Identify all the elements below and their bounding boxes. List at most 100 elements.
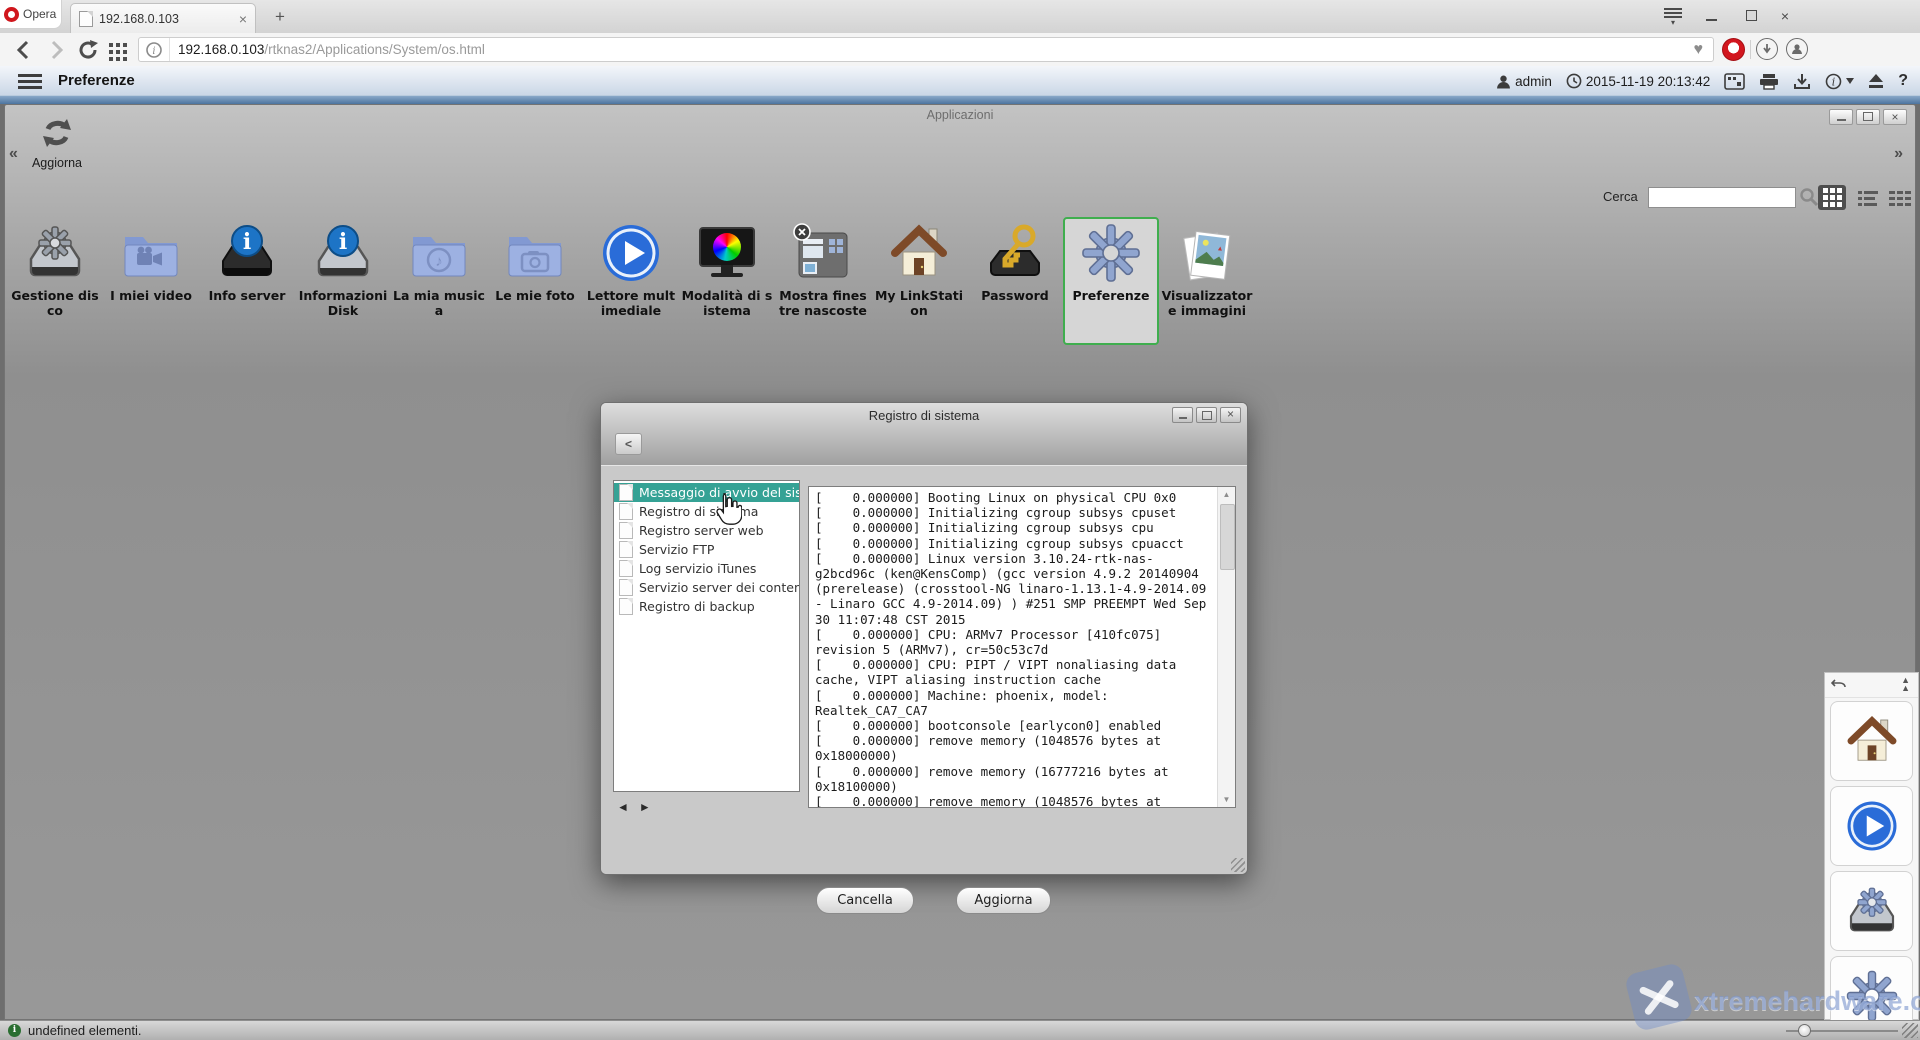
file-icon <box>619 503 633 520</box>
dialog-refresh-button[interactable]: Aggiorna <box>956 887 1051 914</box>
statusbar-resize-grip[interactable] <box>1902 1023 1918 1038</box>
new-tab-button[interactable]: + <box>268 6 292 28</box>
window-restore-button[interactable] <box>1738 6 1764 26</box>
back-icon[interactable] <box>12 38 36 62</box>
app-window-minimize-button[interactable] <box>1829 109 1853 125</box>
app-icon-informazioni-disk[interactable]: i Informazioni Disk <box>295 217 391 345</box>
status-text: undefined elementi. <box>28 1023 141 1038</box>
app-icon-mostra-finestre-nascoste[interactable]: Mostra finestre nascoste <box>775 217 871 345</box>
app-icon-password[interactable]: Password <box>967 217 1063 345</box>
tab-title: 192.168.0.103 <box>99 12 233 26</box>
quick-launch-dock: ▲▲ <box>1824 672 1919 1020</box>
scroll-up-icon[interactable]: ▲ <box>1218 487 1235 502</box>
user-indicator[interactable]: admin <box>1496 74 1552 89</box>
help-button[interactable]: ? <box>1898 72 1908 90</box>
app-icon-label: I miei video <box>103 289 199 304</box>
scrollbar-thumb[interactable] <box>1220 504 1235 570</box>
url-field[interactable]: i 192.168.0.103/rtknas2/Applications/Sys… <box>138 37 1714 62</box>
view-detail-button[interactable] <box>1886 185 1914 210</box>
search-label: Cerca <box>1603 189 1638 204</box>
log-scrollbar[interactable]: ▲ ▼ <box>1217 487 1235 807</box>
window-minimize-button[interactable] <box>1698 6 1724 26</box>
printer-icon[interactable] <box>1759 73 1779 90</box>
cancel-button[interactable]: Cancella <box>816 887 914 914</box>
svg-text:i: i <box>152 46 155 57</box>
collapse-right-arrow[interactable]: » <box>1894 145 1903 163</box>
zoom-slider-knob[interactable] <box>1798 1024 1811 1037</box>
eject-icon[interactable] <box>1868 73 1884 89</box>
dock-home-button[interactable] <box>1830 701 1913 781</box>
dialog-title: Registro di sistema <box>601 408 1247 423</box>
app-icon-preferenze[interactable]: Preferenze <box>1063 217 1159 345</box>
downloads-icon[interactable] <box>1756 38 1778 60</box>
svg-text:♪: ♪ <box>435 253 443 270</box>
app-icon-gestione-disco[interactable]: Gestione disco <box>7 217 103 345</box>
browser-address-bar: i 192.168.0.103/rtknas2/Applications/Sys… <box>0 33 1920 67</box>
dock-disk-manager-button[interactable] <box>1830 871 1913 951</box>
list-item-label: Servizio FTP <box>639 542 714 557</box>
list-item[interactable]: Registro di backup <box>614 597 799 616</box>
app-icon-visualizzatore-immagini[interactable]: Visualizzatore immagini <box>1159 217 1255 345</box>
search-icon[interactable] <box>1799 187 1819 207</box>
dialog-resize-grip[interactable] <box>1231 858 1245 872</box>
svg-text:i: i <box>339 229 347 255</box>
app-icon-le-mie-foto[interactable]: Le mie foto <box>487 217 583 345</box>
opera-menu-button[interactable]: Opera <box>0 0 62 29</box>
list-next-button[interactable]: ► <box>639 800 661 814</box>
list-item[interactable]: Registro di sistema <box>614 502 799 521</box>
list-item[interactable]: Messaggio di avvio del sistema <box>614 483 799 502</box>
app-icon-my-linkstation[interactable]: My LinkStation <box>871 217 967 345</box>
display-icon[interactable] <box>1724 73 1745 90</box>
dialog-titlebar[interactable]: Registro di sistema × < <box>601 403 1247 466</box>
site-info-icon[interactable]: i <box>139 38 170 61</box>
dock-collapse-icon[interactable]: ▲▲ <box>1901 676 1910 692</box>
image-viewer-icon <box>1175 221 1239 285</box>
list-item[interactable]: Registro server web <box>614 521 799 540</box>
browser-tab-bar: Opera 192.168.0.103 × + ▾ × <box>0 0 1920 34</box>
dialog-maximize-button[interactable] <box>1196 407 1217 423</box>
view-list-button[interactable] <box>1854 185 1882 210</box>
reload-icon[interactable] <box>76 38 100 62</box>
list-item[interactable]: Servizio FTP <box>614 540 799 559</box>
undo-arrow-icon[interactable] <box>1831 678 1846 691</box>
refresh-button[interactable]: Aggiorna <box>19 117 95 183</box>
dialog-close-button[interactable]: × <box>1220 407 1241 423</box>
tab-menu-icon[interactable]: ▾ <box>1660 6 1686 26</box>
speed-dial-icon[interactable] <box>106 38 130 62</box>
forward-icon[interactable] <box>44 38 68 62</box>
app-icon-la-mia-musica[interactable]: ♪ La mia musica <box>391 217 487 345</box>
app-window-restore-button[interactable] <box>1856 109 1880 125</box>
bookmark-heart-icon[interactable]: ♥ <box>1694 41 1704 59</box>
menu-icon[interactable] <box>18 74 42 92</box>
list-item-label: Log servizio iTunes <box>639 561 756 576</box>
app-window-close-button[interactable]: × <box>1883 109 1907 125</box>
search-input[interactable] <box>1648 187 1796 208</box>
profile-icon[interactable] <box>1786 38 1808 60</box>
app-icon-modalita-di-sistema[interactable]: Modalità di sistema <box>679 217 775 345</box>
list-prev-button[interactable]: ◄ <box>617 800 639 814</box>
browser-tab[interactable]: 192.168.0.103 × <box>70 3 256 33</box>
scroll-down-icon[interactable]: ▼ <box>1218 792 1235 807</box>
dock-media-player-button[interactable] <box>1830 786 1913 866</box>
app-icon-info-server[interactable]: i Info server <box>199 217 295 345</box>
window-close-button[interactable]: × <box>1772 6 1798 26</box>
list-item[interactable]: Servizio server dei contenuti <box>614 578 799 597</box>
log-type-list[interactable]: Messaggio di avvio del sistema Registro … <box>613 480 800 792</box>
dialog-minimize-button[interactable] <box>1172 407 1193 423</box>
disk-info-icon: i <box>311 221 375 285</box>
view-grid-button[interactable] <box>1818 185 1846 210</box>
download-tray-icon[interactable] <box>1793 73 1811 90</box>
collapse-left-arrow[interactable]: « <box>9 145 18 163</box>
list-item[interactable]: Log servizio iTunes <box>614 559 799 578</box>
app-icon-i-miei-video[interactable]: I miei video <box>103 217 199 345</box>
tab-close-icon[interactable]: × <box>239 12 247 26</box>
file-icon <box>619 484 633 501</box>
url-path: /rtknas2/Applications/System/os.html <box>264 42 485 57</box>
info-menu[interactable]: i <box>1825 73 1854 90</box>
app-icon-lettore-multimediale[interactable]: Lettore multimediale <box>583 217 679 345</box>
opera-blocker-icon[interactable] <box>1722 38 1745 61</box>
app-header: Preferenze admin 2015-11-19 20:13:42 i ? <box>0 66 1920 96</box>
dialog-back-button[interactable]: < <box>615 433 642 455</box>
videos-folder-icon <box>119 221 183 285</box>
log-output-pane[interactable]: [ 0.000000] Booting Linux on physical CP… <box>808 486 1236 808</box>
